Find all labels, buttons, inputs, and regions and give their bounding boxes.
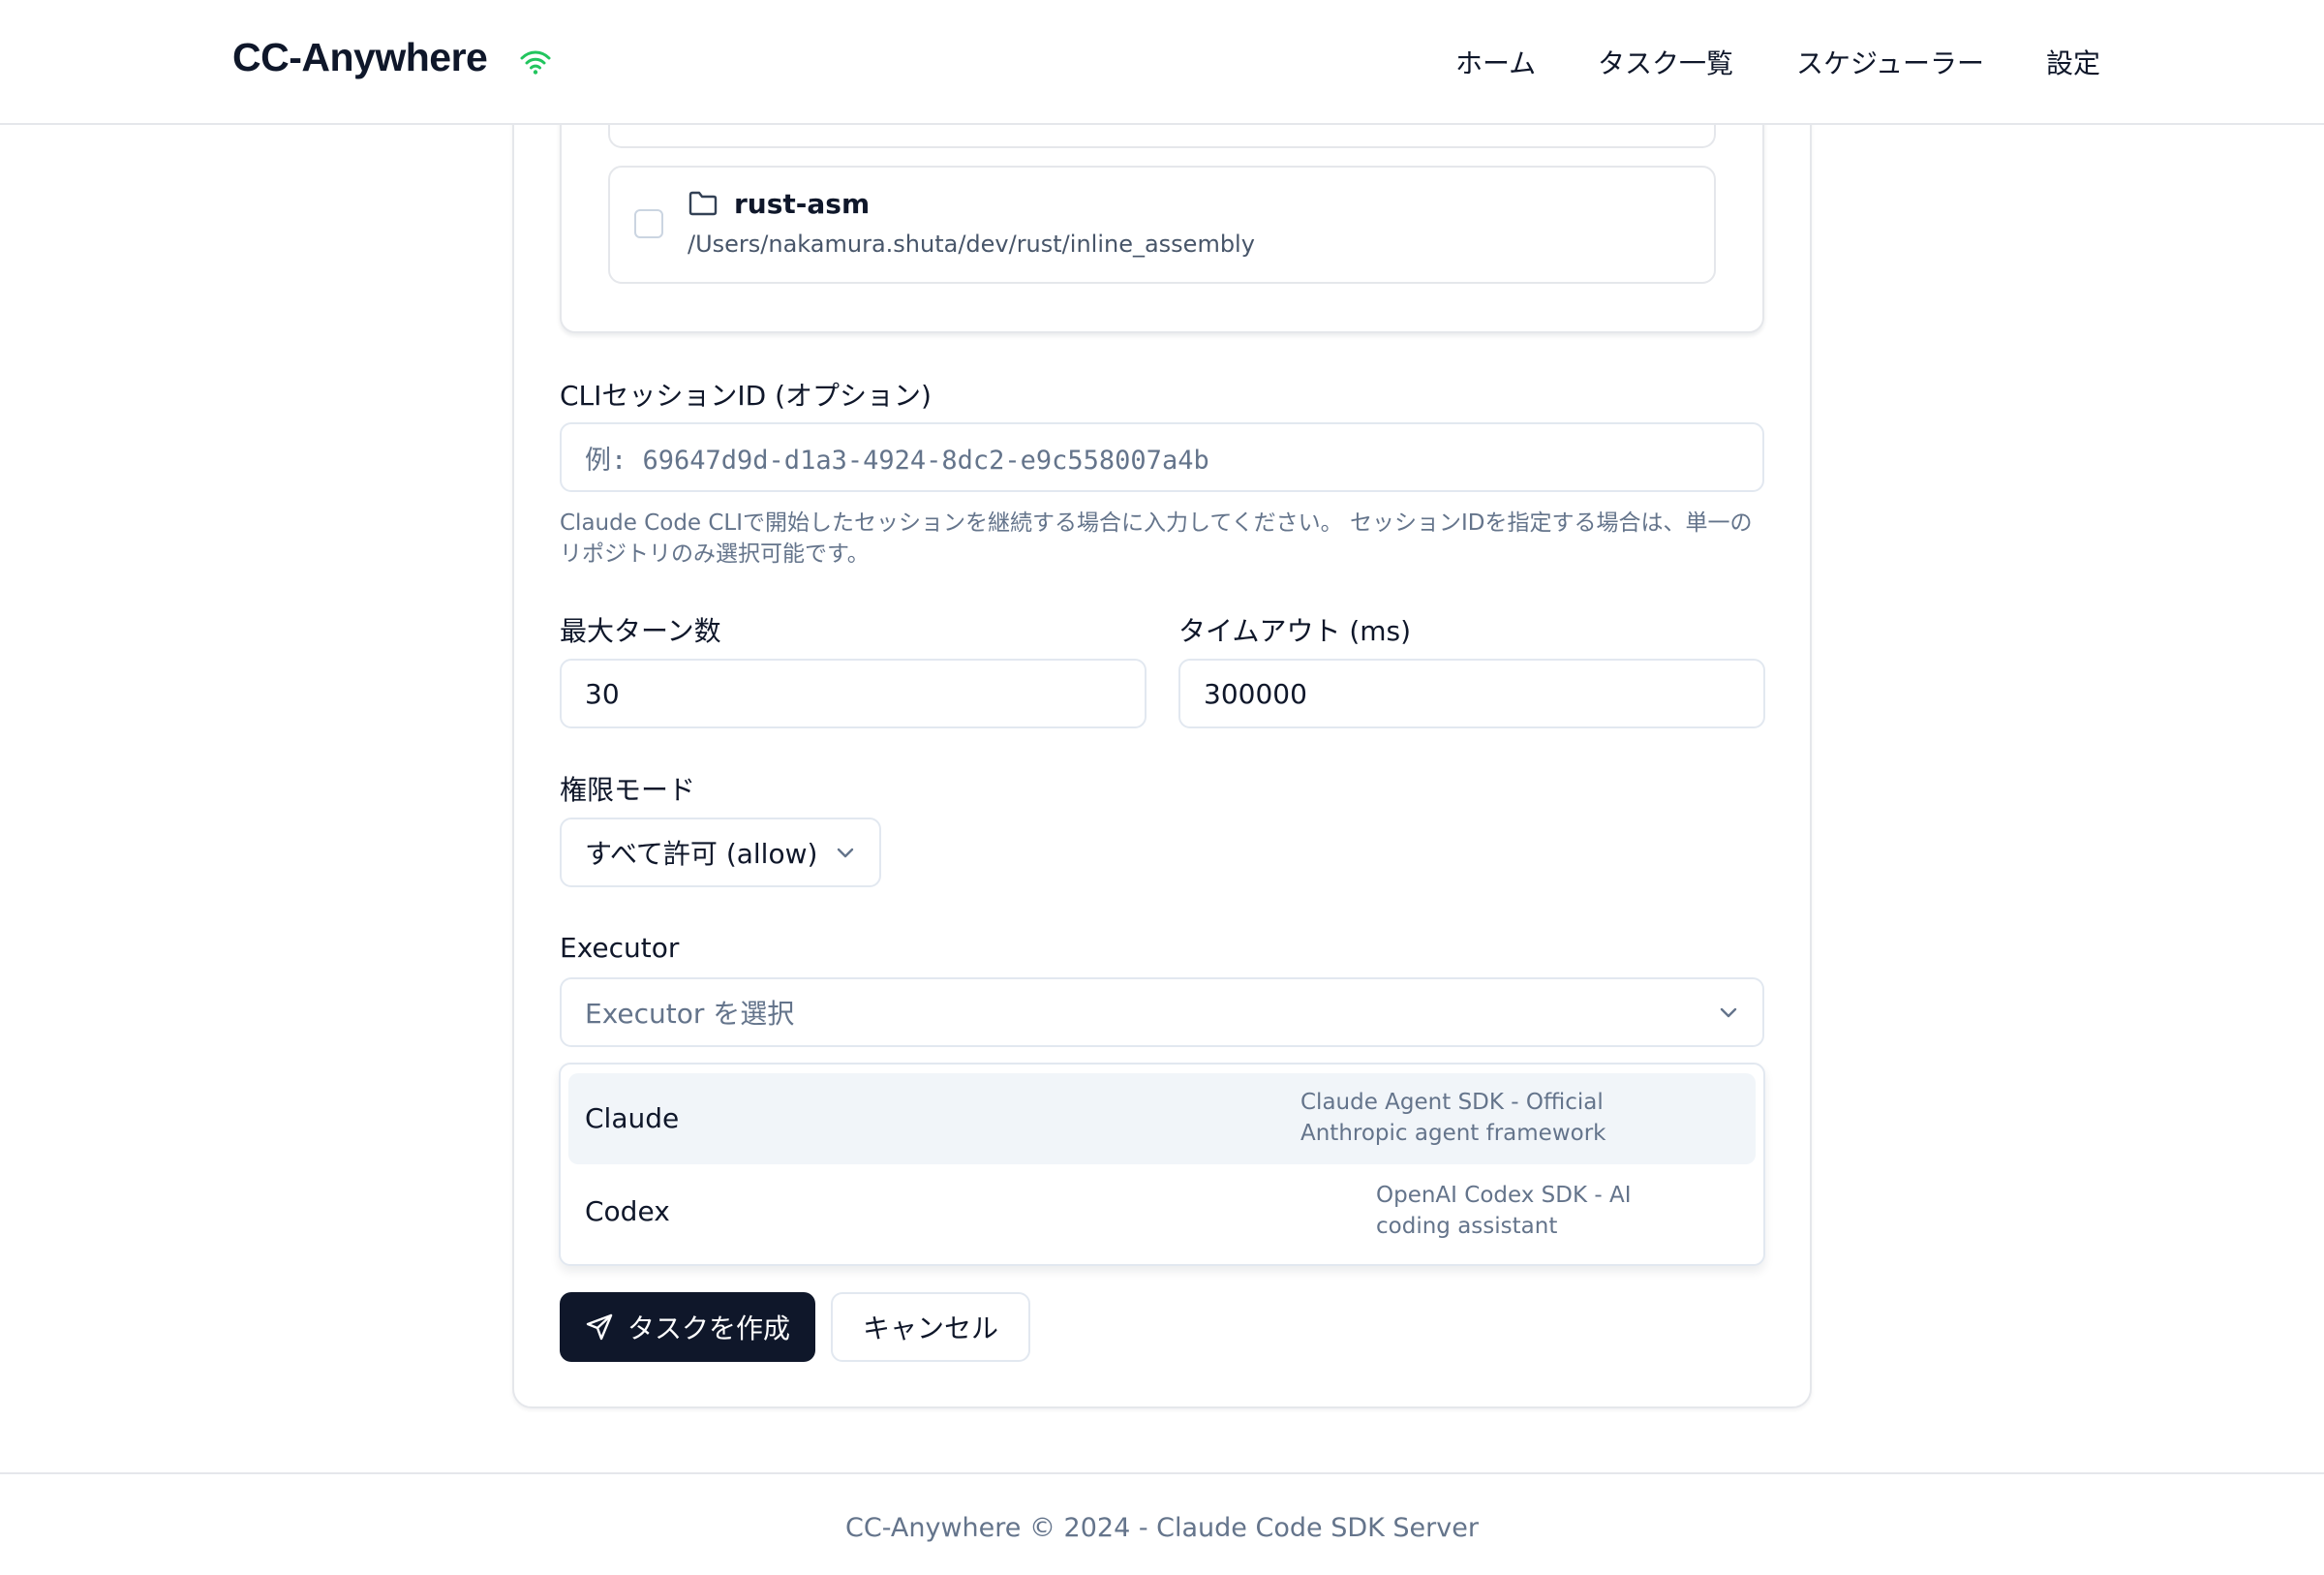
permission-mode-label: 権限モード <box>560 774 696 806</box>
create-task-button[interactable]: タスクを作成 <box>560 1292 815 1362</box>
session-id-placeholder: 例: 69647d9d-d1a3-4924-8dc2-e9c558007a4b <box>585 445 1209 476</box>
permission-mode-value: すべて許可 (allow) <box>585 838 818 870</box>
chevron-down-icon <box>1720 1007 1737 1018</box>
executor-label: Executor <box>560 932 680 964</box>
repository-item[interactable] <box>608 166 1716 284</box>
cancel-button[interactable]: キャンセル <box>831 1292 1030 1362</box>
executor-option-codex[interactable]: Codex OpenAI Codex SDK - AI coding assis… <box>568 1166 1756 1257</box>
executor-option-label: Claude <box>585 1102 680 1134</box>
executor-option-label: Codex <box>585 1195 670 1227</box>
executor-option-description-line: OpenAI Codex SDK - AI <box>1376 1183 1632 1208</box>
max-turns-value: 30 <box>585 677 620 710</box>
timeout-value: 300000 <box>1204 677 1307 710</box>
nav-tasks[interactable]: タスク一覧 <box>1598 43 1733 81</box>
executor-dropdown: Claude Claude Agent SDK - Official Anthr… <box>559 1063 1765 1266</box>
timeout-input[interactable]: 300000 <box>1178 659 1765 728</box>
max-turns-input[interactable]: 30 <box>560 659 1147 728</box>
executor-option-description-line: coding assistant <box>1376 1214 1558 1239</box>
repository-path: /Users/nakamura.shuta/dev/rust/inline_as… <box>688 231 1255 258</box>
footer-text: CC-Anywhere © 2024 - Claude Code SDK Ser… <box>845 1513 1479 1543</box>
executor-option-claude[interactable]: Claude Claude Agent SDK - Official Anthr… <box>568 1073 1756 1164</box>
session-id-label: CLIセッションID (オプション) <box>560 380 932 412</box>
nav-settings[interactable]: 設定 <box>2046 43 2100 81</box>
send-icon <box>586 1313 613 1341</box>
executor-option-description: Claude Agent SDK - Official Anthropic ag… <box>1300 1087 1606 1149</box>
executor-option-description-line: Claude Agent SDK - Official <box>1300 1090 1604 1115</box>
executor-option-description-line: Anthropic agent framework <box>1300 1121 1606 1146</box>
nav-home[interactable]: ホーム <box>1455 43 1536 81</box>
repository-checkbox[interactable] <box>634 209 663 238</box>
max-turns-label: 最大ターン数 <box>560 615 721 647</box>
chevron-down-icon <box>837 848 854 858</box>
cancel-label: キャンセル <box>862 1312 998 1344</box>
nav-scheduler[interactable]: スケジューラー <box>1796 43 1984 81</box>
executor-placeholder: Executor を選択 <box>585 998 795 1030</box>
wifi-icon <box>520 50 551 75</box>
app-logo[interactable]: CC-Anywhere <box>232 35 488 80</box>
repository-name: rust-asm <box>734 188 871 220</box>
folder-icon <box>688 191 718 216</box>
executor-select[interactable]: Executor を選択 <box>560 977 1764 1047</box>
session-id-help: Claude Code CLIで開始したセッションを継続する場合に入力してくださ… <box>560 510 1753 567</box>
timeout-label: タイムアウト (ms) <box>1178 615 1412 647</box>
permission-mode-select[interactable]: すべて許可 (allow) <box>560 818 881 887</box>
app-header: CC-Anywhere ホーム タスク一覧 スケジューラー 設定 <box>0 0 2324 125</box>
app-footer: CC-Anywhere © 2024 - Claude Code SDK Ser… <box>0 1472 2324 1575</box>
create-task-label: タスクを作成 <box>627 1312 790 1344</box>
session-id-input[interactable]: 例: 69647d9d-d1a3-4924-8dc2-e9c558007a4b <box>560 422 1764 492</box>
executor-option-description: OpenAI Codex SDK - AI coding assistant <box>1376 1180 1632 1242</box>
